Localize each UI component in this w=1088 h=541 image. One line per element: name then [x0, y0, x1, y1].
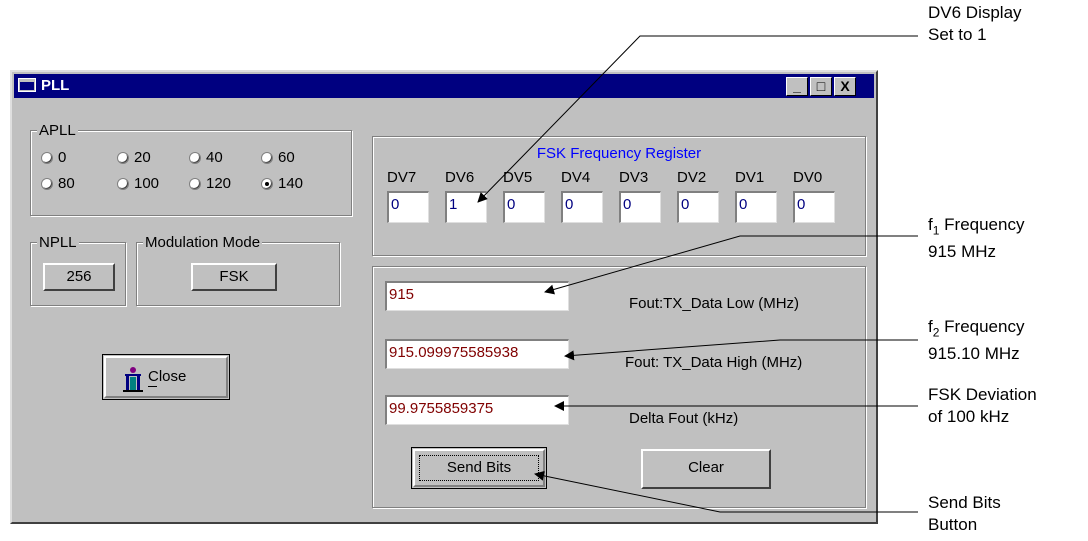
f1-annotation: f1 Frequency 915 MHz: [928, 215, 1025, 262]
f2-callout-line: [564, 339, 918, 361]
f1-callout-line: [544, 235, 918, 295]
callout-lines: [477, 35, 918, 513]
f2-annotation: f2 Frequency 915.10 MHz: [928, 317, 1025, 364]
send-bits-callout-line: [534, 470, 918, 513]
dv6-annotation: DV6 Display Set to 1: [928, 3, 1022, 44]
dv6-callout-line: [477, 35, 918, 203]
send-bits-annotation: Send Bits Button: [928, 493, 1001, 534]
deviation-annotation: FSK Deviation of 100 kHz: [928, 385, 1037, 426]
